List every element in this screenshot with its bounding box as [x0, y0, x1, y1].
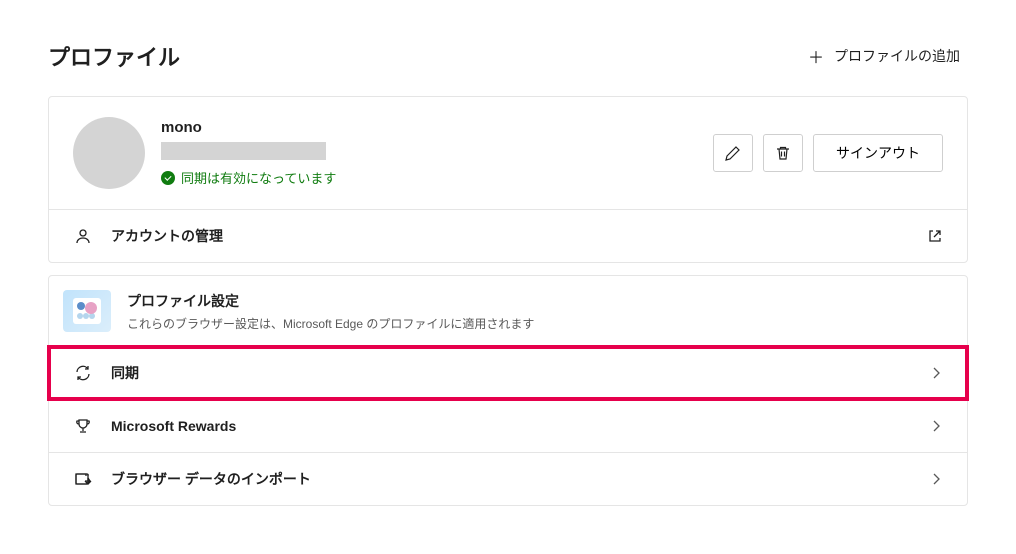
chevron-right-icon — [929, 472, 943, 486]
sync-row[interactable]: 同期 — [49, 347, 967, 399]
pencil-icon — [725, 145, 741, 161]
settings-card: プロファイル設定 これらのブラウザー設定は、Microsoft Edge のプロ… — [48, 275, 968, 506]
manage-account-row[interactable]: アカウントの管理 — [49, 210, 967, 262]
profile-email-redacted — [161, 142, 326, 160]
add-profile-label: プロファイルの追加 — [834, 46, 960, 66]
chevron-right-icon — [929, 419, 943, 433]
trophy-icon — [73, 416, 93, 436]
avatar — [73, 117, 145, 189]
delete-profile-button[interactable] — [763, 134, 803, 172]
profile-name: mono — [161, 119, 713, 136]
signout-button[interactable]: サインアウト — [813, 134, 943, 172]
sync-status-text: 同期は有効になっています — [181, 168, 336, 187]
manage-account-label: アカウントの管理 — [111, 226, 909, 246]
check-icon — [161, 171, 175, 185]
sync-label: 同期 — [111, 363, 911, 383]
trash-icon — [775, 145, 791, 161]
add-profile-button[interactable]: ＋ プロファイルの追加 — [800, 40, 968, 72]
sync-icon — [73, 363, 93, 383]
profile-settings-illustration — [63, 290, 111, 332]
import-label: ブラウザー データのインポート — [111, 469, 911, 489]
settings-section-title: プロファイル設定 — [127, 291, 943, 311]
chevron-right-icon — [929, 366, 943, 380]
import-icon — [73, 469, 93, 489]
page-title: プロファイル — [48, 40, 180, 72]
edit-profile-button[interactable] — [713, 134, 753, 172]
rewards-row[interactable]: Microsoft Rewards — [49, 400, 967, 452]
plus-icon: ＋ — [808, 44, 824, 68]
person-icon — [73, 226, 93, 246]
settings-section-description: これらのブラウザー設定は、Microsoft Edge のプロファイルに適用され… — [127, 315, 943, 332]
import-data-row[interactable]: ブラウザー データのインポート — [49, 453, 967, 505]
rewards-label: Microsoft Rewards — [111, 418, 911, 434]
external-link-icon — [927, 228, 943, 244]
profile-card: mono 同期は有効になっています サインアウト — [48, 96, 968, 263]
